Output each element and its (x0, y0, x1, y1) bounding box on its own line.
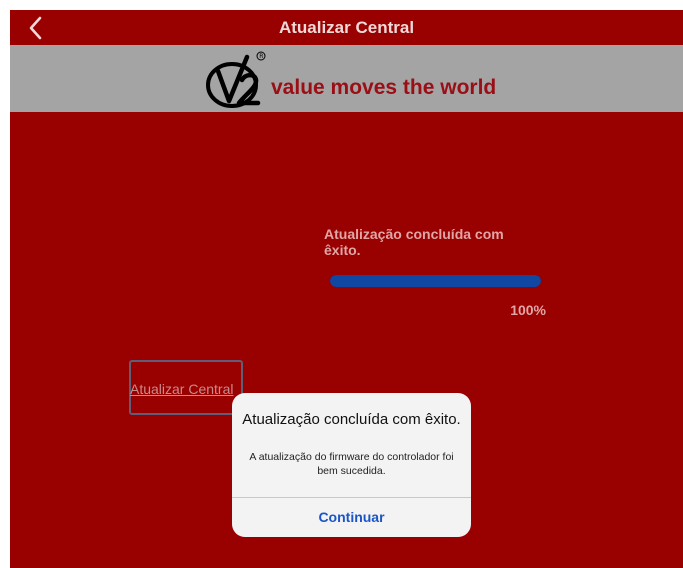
alert-dialog: Atualização concluída com êxito. A atual… (232, 393, 471, 537)
alert-message: A atualização do firmware do controlador… (249, 451, 454, 477)
svg-text:R: R (259, 53, 263, 60)
update-central-button[interactable]: Atualizar Central (129, 360, 243, 415)
v2-logo: R (206, 51, 266, 108)
continue-button[interactable]: Continuar (232, 498, 471, 537)
brand-tagline: value moves the world (271, 76, 497, 99)
progress-bar-fill (330, 275, 541, 287)
alert-title: Atualização concluída com êxito. (242, 411, 461, 428)
navigation-bar: Atualizar Central (10, 10, 683, 45)
page-title: Atualizar Central (278, 18, 415, 37)
update-central-label: Atualizar Central (130, 381, 234, 397)
brand-banner: R value moves the world (10, 45, 683, 112)
update-status-text: Atualização concluída com êxito. (324, 226, 504, 258)
progress-percent: 100% (510, 302, 546, 318)
app-screen: Atualizar Central R value moves the worl… (10, 10, 683, 568)
progress-bar (330, 275, 541, 287)
